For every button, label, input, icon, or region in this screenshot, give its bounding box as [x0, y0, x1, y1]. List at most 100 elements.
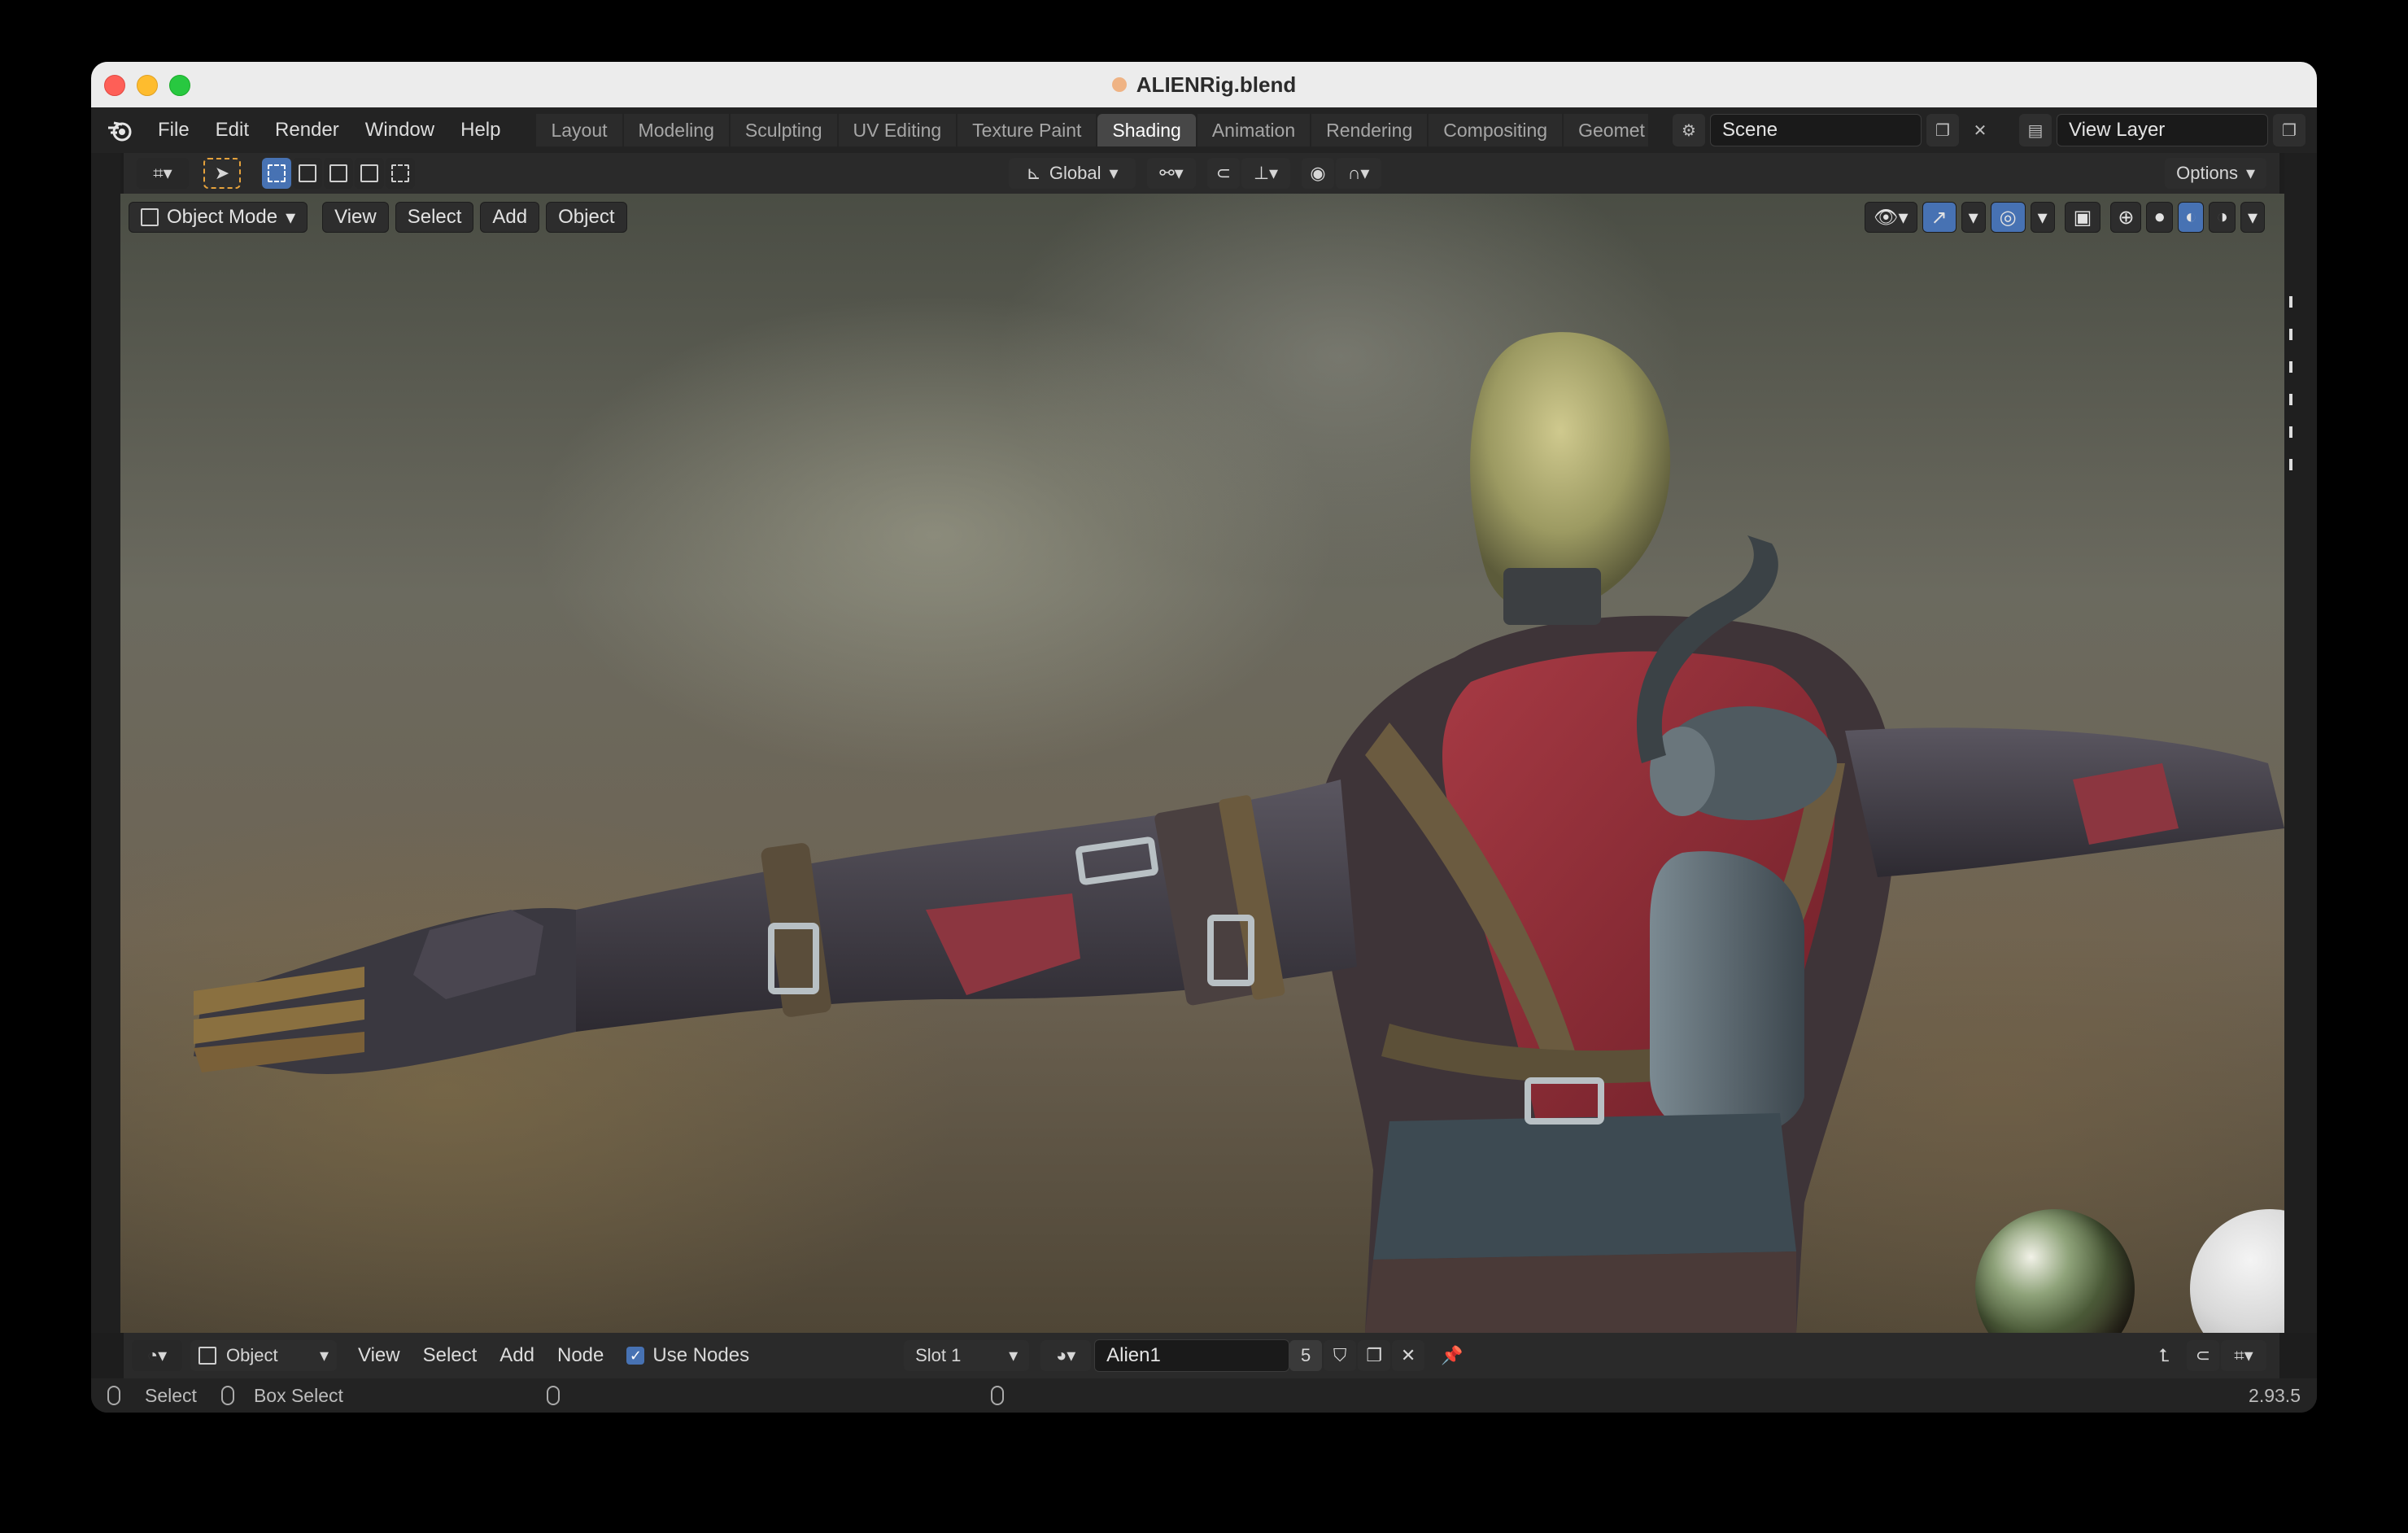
tab-sculpting[interactable]: Sculpting	[730, 114, 837, 146]
strip-tick	[2289, 426, 2292, 438]
wireframe-shading-icon[interactable]: ⊕	[2110, 202, 2142, 233]
new-scene-icon[interactable]: ❐	[1926, 114, 1959, 146]
rendered-shading-icon[interactable]: ◑	[2209, 202, 2236, 233]
tab-shading[interactable]: Shading	[1097, 114, 1196, 146]
gizmo-dropdown-icon[interactable]: ▾	[1961, 202, 1986, 233]
delete-scene-icon[interactable]: ✕	[1964, 114, 1996, 146]
new-view-layer-icon[interactable]: ❐	[2273, 114, 2305, 146]
checkmark-icon: ✓	[626, 1347, 645, 1365]
tab-compositing[interactable]: Compositing	[1429, 114, 1563, 146]
snap-target-icon[interactable]: ⊥▾	[1241, 158, 1290, 189]
slot-dropdown[interactable]: Slot 1 ▾	[904, 1340, 1030, 1371]
tab-uv-editing[interactable]: UV Editing	[838, 114, 957, 146]
viewport-menu-object[interactable]: Object	[546, 202, 627, 233]
shading-options-dropdown-icon[interactable]: ▾	[2240, 202, 2265, 233]
xray-toggle-icon[interactable]: ▣	[2064, 202, 2101, 233]
node-menu-add[interactable]: Add	[488, 1344, 546, 1367]
select-tool-icon[interactable]: ➤	[203, 158, 241, 189]
window-title: ALIENRig.blend	[1136, 72, 1297, 97]
gizmo-toggle-icon[interactable]: ↗	[1922, 202, 1956, 233]
parent-node-tree-icon[interactable]: ⮤	[2148, 1340, 2180, 1371]
viewport-menu-view[interactable]: View	[322, 202, 389, 233]
middle-mouse-icon	[546, 1386, 560, 1405]
drag-mouse-icon	[220, 1386, 234, 1405]
tab-animation[interactable]: Animation	[1197, 114, 1311, 146]
pivot-point-icon[interactable]: ⚯▾	[1147, 158, 1196, 189]
select-mode-intersect-icon[interactable]	[386, 158, 415, 189]
transform-orientation-dropdown[interactable]: ⊾ Global ▾	[1009, 158, 1136, 189]
delete-view-layer-icon[interactable]: ✕	[2310, 114, 2317, 146]
material-browse-icon[interactable]: ◕▾	[1040, 1340, 1092, 1371]
material-preview-shading-icon[interactable]: ◐	[2177, 202, 2205, 233]
select-mode-subtract-icon[interactable]	[324, 158, 353, 189]
strip-tick	[2289, 394, 2292, 405]
tab-rendering[interactable]: Rendering	[1311, 114, 1428, 146]
3d-viewport[interactable]: Object Mode ▾ View Select Add Object 👁▾ …	[120, 194, 2284, 1333]
options-dropdown[interactable]: Options ▾	[2165, 158, 2266, 189]
options-label: Options	[2176, 163, 2238, 183]
right-mouse-icon	[990, 1386, 1004, 1405]
overlays-dropdown-icon[interactable]: ▾	[2030, 202, 2055, 233]
object-icon	[198, 1347, 216, 1365]
material-users-count[interactable]: 5	[1289, 1340, 1323, 1371]
shader-type-label: Object	[226, 1345, 278, 1365]
left-region-strip	[91, 153, 120, 1333]
viewport-menu-select[interactable]: Select	[395, 202, 474, 233]
snap-node-element-icon[interactable]: ⌗▾	[2221, 1340, 2266, 1371]
snap-node-icon[interactable]: ⊂	[2187, 1340, 2219, 1371]
use-nodes-toggle[interactable]: ✓ Use Nodes	[626, 1344, 749, 1367]
menu-edit[interactable]: Edit	[203, 112, 262, 148]
tool-settings-icon[interactable]: ⌗▾	[137, 158, 189, 189]
alien-character-model	[194, 332, 2284, 1333]
select-mode-invert-icon[interactable]	[355, 158, 384, 189]
chevron-down-icon: ▾	[286, 206, 296, 229]
strip-tick	[2289, 296, 2292, 308]
fake-user-shield-icon[interactable]: ⛉	[1324, 1340, 1357, 1371]
view-layer-type-icon[interactable]: ▤	[2019, 114, 2052, 146]
blender-logo-icon[interactable]	[106, 116, 133, 144]
node-menu-select[interactable]: Select	[412, 1344, 489, 1367]
viewport-shading-controls: 👁▾ ↗ ▾ ◎ ▾ ▣ ⊕ ● ◐ ◑ ▾	[1864, 202, 2265, 233]
menu-window[interactable]: Window	[352, 112, 447, 148]
object-mode-label: Object Mode	[167, 206, 278, 228]
viewport-menu-add[interactable]: Add	[480, 202, 540, 233]
status-box-select-label: Box Select	[253, 1384, 343, 1406]
chevron-down-icon: ▾	[319, 1345, 329, 1365]
scene-selector: ⚙ Scene ❐ ✕ ▤ View Layer ❐ ✕	[1673, 114, 2317, 146]
minimize-window-button[interactable]	[137, 75, 158, 96]
proportional-edit-icon[interactable]: ◉	[1302, 158, 1334, 189]
status-bar: Select Box Select 2.93.5	[91, 1378, 2317, 1413]
menu-help[interactable]: Help	[447, 112, 513, 148]
close-window-button[interactable]	[104, 75, 125, 96]
material-name-field[interactable]: Alien1	[1094, 1339, 1290, 1372]
select-mode-new-icon[interactable]	[262, 158, 291, 189]
editor-type-icon[interactable]: ◔▾	[132, 1340, 182, 1371]
tab-geometry-nodes[interactable]: Geomet	[1564, 114, 1649, 146]
menu-file[interactable]: File	[145, 112, 203, 148]
shader-type-dropdown[interactable]: Object ▾	[190, 1340, 337, 1371]
select-mode-extend-icon[interactable]	[293, 158, 322, 189]
object-mode-dropdown[interactable]: Object Mode ▾	[129, 202, 308, 233]
unlink-material-icon[interactable]: ✕	[1392, 1340, 1425, 1371]
node-menu-view[interactable]: View	[347, 1344, 412, 1367]
snap-toggle-icon[interactable]: ⊂	[1207, 158, 1240, 189]
transform-orientation-label: Global	[1049, 163, 1101, 183]
duplicate-material-icon[interactable]: ❐	[1358, 1340, 1391, 1371]
blender-version: 2.93.5	[2249, 1384, 2301, 1406]
scene-name-field[interactable]: Scene	[1710, 114, 1922, 146]
scene-type-icon[interactable]: ⚙	[1673, 114, 1705, 146]
proportional-falloff-icon[interactable]: ∩▾	[1336, 158, 1381, 189]
zoom-window-button[interactable]	[169, 75, 190, 96]
overlays-toggle-icon[interactable]: ◎	[1990, 202, 2026, 233]
chevron-down-icon: ▾	[1009, 1345, 1019, 1365]
solid-shading-icon[interactable]: ●	[2146, 202, 2173, 233]
tab-texture-paint[interactable]: Texture Paint	[958, 114, 1097, 146]
view-layer-name-field[interactable]: View Layer	[2057, 114, 2268, 146]
pin-icon[interactable]: 📌	[1436, 1340, 1468, 1371]
tab-layout[interactable]: Layout	[536, 114, 622, 146]
visibility-eye-icon[interactable]: 👁▾	[1864, 202, 1917, 233]
node-menu-node[interactable]: Node	[546, 1344, 615, 1367]
tab-modeling[interactable]: Modeling	[623, 114, 729, 146]
tool-header: ⌗▾ ➤ ⊾ Global ▾ ⚯▾ ⊂ ⊥▾ ◉ ∩▾ Options ▾	[124, 153, 2279, 194]
menu-render[interactable]: Render	[262, 112, 352, 148]
